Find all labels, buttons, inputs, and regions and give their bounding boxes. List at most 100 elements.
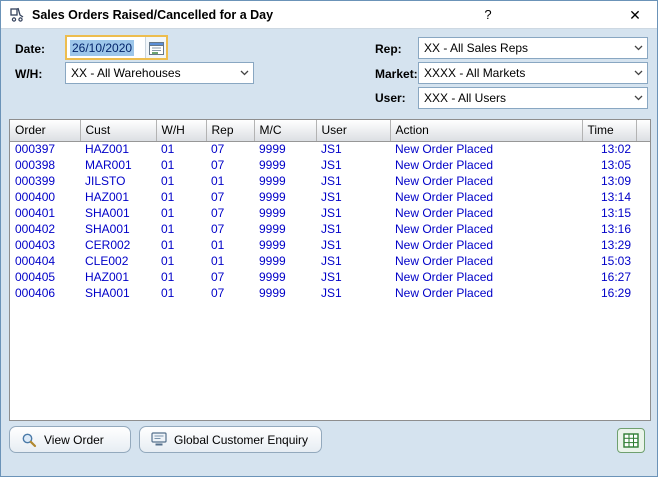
rep-value: XX - All Sales Reps: [419, 41, 630, 55]
table-cell: 9999: [254, 189, 316, 205]
table-cell: 000399: [10, 173, 80, 189]
col-user[interactable]: User: [316, 120, 390, 141]
table-cell: SHA001: [80, 205, 156, 221]
table-cell: MAR001: [80, 157, 156, 173]
table-cell: 000402: [10, 221, 80, 237]
table-cell: SHA001: [80, 285, 156, 301]
chevron-down-icon: [630, 63, 647, 83]
table-cell: 000400: [10, 189, 80, 205]
col-rep[interactable]: Rep: [206, 120, 254, 141]
table-cell: JS1: [316, 173, 390, 189]
date-input[interactable]: 26/10/2020: [67, 37, 145, 58]
user-value: XXX - All Users: [419, 91, 630, 105]
col-time[interactable]: Time: [582, 120, 636, 141]
table-cell: New Order Placed: [390, 269, 582, 285]
table-cell: HAZ001: [80, 141, 156, 157]
global-customer-enquiry-button[interactable]: Global Customer Enquiry: [139, 426, 322, 453]
table-cell-filler: [636, 237, 650, 253]
sales-orders-window: Sales Orders Raised/Cancelled for a Day …: [0, 0, 658, 477]
table-cell: 000403: [10, 237, 80, 253]
chevron-down-icon: [630, 38, 647, 58]
table-cell-filler: [636, 141, 650, 157]
excel-export-button[interactable]: [617, 428, 645, 453]
table-cell: 000398: [10, 157, 80, 173]
titlebar: Sales Orders Raised/Cancelled for a Day …: [1, 1, 657, 29]
table-row[interactable]: 000402SHA00101079999JS1New Order Placed1…: [10, 221, 650, 237]
col-order[interactable]: Order: [10, 120, 80, 141]
table-cell: 000405: [10, 269, 80, 285]
table-cell: 07: [206, 221, 254, 237]
orders-table: Order Cust W/H Rep M/C User Action Time …: [10, 120, 650, 301]
table-cell: 07: [206, 269, 254, 285]
table-cell: 07: [206, 189, 254, 205]
col-cust[interactable]: Cust: [80, 120, 156, 141]
table-cell: 01: [156, 221, 206, 237]
warehouse-label: W/H:: [15, 67, 42, 81]
table-row[interactable]: 000401SHA00101079999JS1New Order Placed1…: [10, 205, 650, 221]
table-cell: 01: [156, 157, 206, 173]
table-cell-filler: [636, 205, 650, 221]
table-row[interactable]: 000406SHA00101079999JS1New Order Placed1…: [10, 285, 650, 301]
table-cell: CLE002: [80, 253, 156, 269]
table-cell: 15:03: [582, 253, 636, 269]
global-enquiry-icon: [151, 432, 167, 447]
market-select[interactable]: XXXX - All Markets: [418, 62, 648, 84]
table-cell: New Order Placed: [390, 189, 582, 205]
table-row[interactable]: 000403CER00201019999JS1New Order Placed1…: [10, 237, 650, 253]
table-header-row: Order Cust W/H Rep M/C User Action Time: [10, 120, 650, 141]
table-cell: 01: [156, 285, 206, 301]
table-cell-filler: [636, 189, 650, 205]
view-order-label: View Order: [44, 433, 104, 447]
table-row[interactable]: 000397HAZ00101079999JS1New Order Placed1…: [10, 141, 650, 157]
table-row[interactable]: 000398MAR00101079999JS1New Order Placed1…: [10, 157, 650, 173]
close-button[interactable]: ✕: [625, 6, 645, 24]
view-order-button[interactable]: View Order: [9, 426, 131, 453]
table-row[interactable]: 000400HAZ00101079999JS1New Order Placed1…: [10, 189, 650, 205]
table-row[interactable]: 000405HAZ00101079999JS1New Order Placed1…: [10, 269, 650, 285]
help-button[interactable]: ?: [479, 6, 497, 24]
table-cell: HAZ001: [80, 269, 156, 285]
table-cell: JS1: [316, 237, 390, 253]
table-cell: 01: [206, 237, 254, 253]
user-select[interactable]: XXX - All Users: [418, 87, 648, 109]
table-cell: JS1: [316, 253, 390, 269]
table-cell: 9999: [254, 269, 316, 285]
table-cell: 01: [206, 173, 254, 189]
table-cell: 01: [156, 173, 206, 189]
table-cell: 07: [206, 285, 254, 301]
orders-table-body: 000397HAZ00101079999JS1New Order Placed1…: [10, 141, 650, 301]
table-cell: JS1: [316, 157, 390, 173]
table-cell: 13:15: [582, 205, 636, 221]
table-cell: 9999: [254, 157, 316, 173]
warehouse-select[interactable]: XX - All Warehouses: [65, 62, 254, 84]
col-filler: [636, 120, 650, 141]
table-cell: 01: [156, 205, 206, 221]
table-row[interactable]: 000404CLE00201019999JS1New Order Placed1…: [10, 253, 650, 269]
rep-select[interactable]: XX - All Sales Reps: [418, 37, 648, 59]
table-cell: 01: [156, 189, 206, 205]
calendar-icon: [149, 41, 164, 55]
table-cell: New Order Placed: [390, 285, 582, 301]
table-row[interactable]: 000399JILSTO01019999JS1New Order Placed1…: [10, 173, 650, 189]
col-wh[interactable]: W/H: [156, 120, 206, 141]
col-action[interactable]: Action: [390, 120, 582, 141]
table-cell: New Order Placed: [390, 173, 582, 189]
chevron-down-icon: [630, 88, 647, 108]
table-cell: New Order Placed: [390, 253, 582, 269]
table-cell: 01: [156, 237, 206, 253]
table-cell: 9999: [254, 221, 316, 237]
table-cell: HAZ001: [80, 189, 156, 205]
table-cell: 000406: [10, 285, 80, 301]
table-cell: 01: [156, 141, 206, 157]
table-cell: 13:16: [582, 221, 636, 237]
date-field-group: 26/10/2020: [65, 35, 168, 60]
table-cell-filler: [636, 157, 650, 173]
table-cell: New Order Placed: [390, 221, 582, 237]
global-enquiry-label: Global Customer Enquiry: [174, 433, 308, 447]
chevron-down-icon: [236, 63, 253, 83]
table-cell-filler: [636, 285, 650, 301]
table-cell: 000397: [10, 141, 80, 157]
col-mc[interactable]: M/C: [254, 120, 316, 141]
calendar-picker-button[interactable]: [145, 37, 166, 58]
table-cell: JS1: [316, 269, 390, 285]
